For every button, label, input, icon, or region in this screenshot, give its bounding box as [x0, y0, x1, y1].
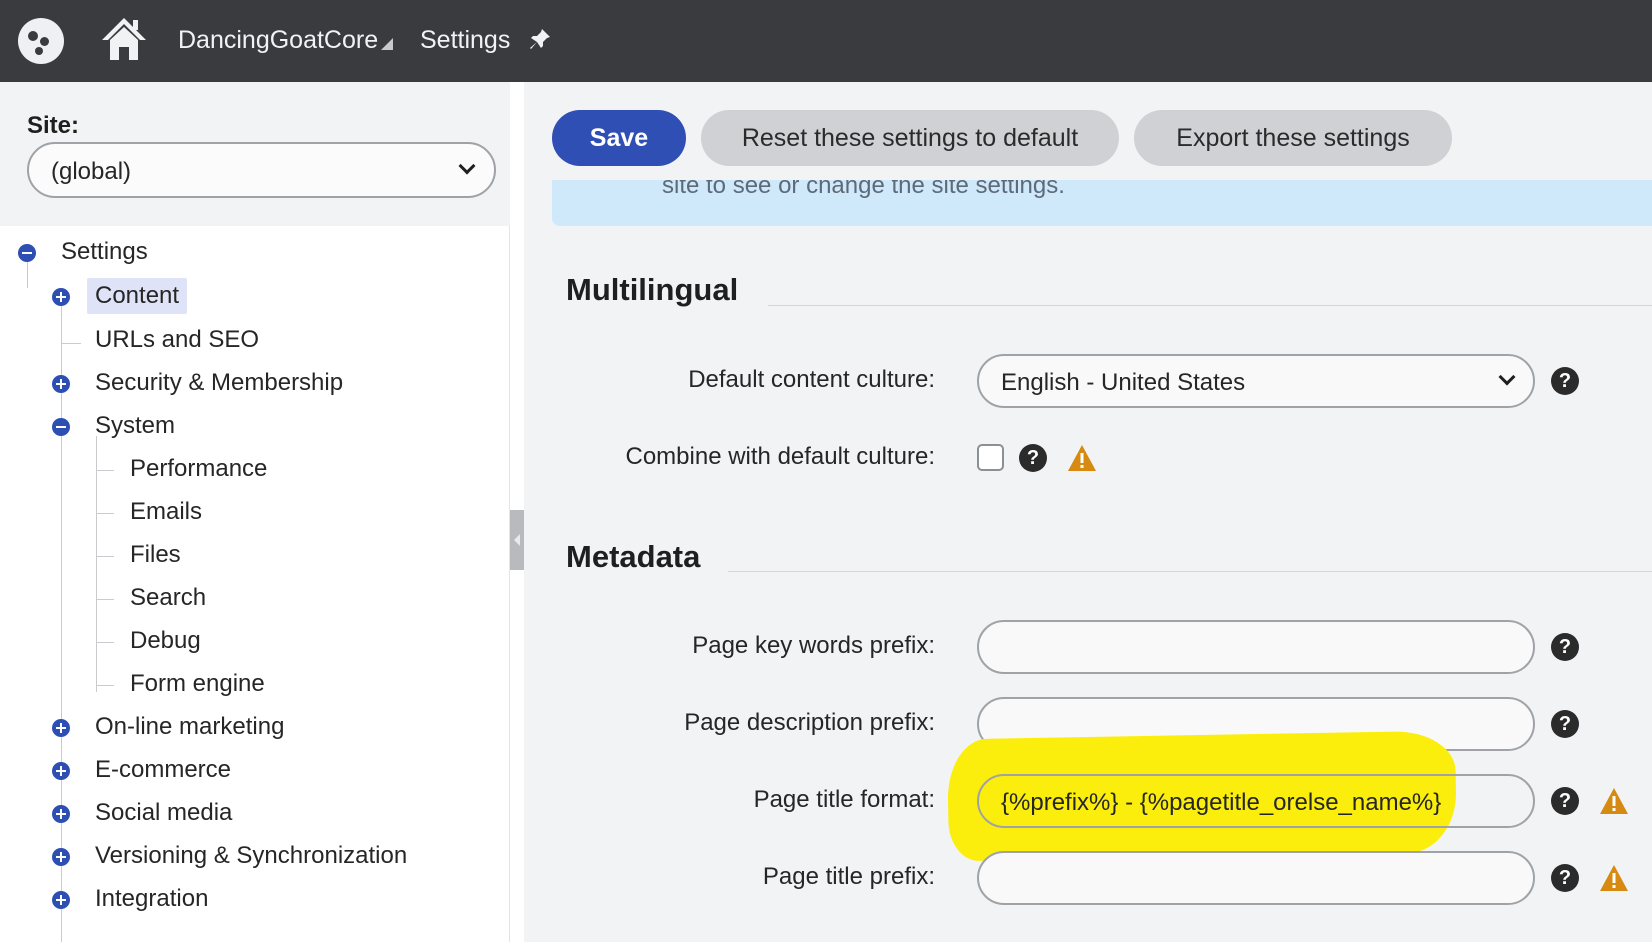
warning-icon[interactable]	[1067, 444, 1097, 472]
title-format-input[interactable]: {%prefix%} - {%pagetitle_orelse_name%}	[977, 774, 1535, 828]
help-icon[interactable]: ?	[1019, 444, 1047, 472]
combine-culture-label: Combine with default culture:	[625, 443, 936, 470]
expand-icon[interactable]	[52, 762, 70, 780]
section-title-multilingual: Multilingual	[566, 272, 739, 307]
export-settings-button[interactable]: Export these settings	[1134, 110, 1452, 166]
tree-item-debug[interactable]: Debug	[130, 627, 201, 655]
help-icon[interactable]: ?	[1551, 367, 1579, 395]
chevron-down-icon	[1498, 368, 1516, 386]
title-prefix-label: Page title prefix:	[762, 863, 935, 890]
tree-item-security[interactable]: Security & Membership	[95, 369, 343, 397]
tree-item-form-engine[interactable]: Form engine	[130, 670, 265, 698]
tree-item-integration[interactable]: Integration	[95, 885, 208, 913]
expand-icon[interactable]	[52, 288, 70, 306]
tree-item-search[interactable]: Search	[130, 584, 206, 612]
help-icon[interactable]: ?	[1551, 710, 1579, 738]
tree-item-files[interactable]: Files	[130, 541, 181, 569]
toolbar: Save Reset these settings to default Exp…	[524, 82, 1652, 180]
site-label: Site:	[27, 112, 80, 139]
default-culture-value: English - United States	[1001, 369, 1246, 396]
tree-item-online-marketing[interactable]: On-line marketing	[95, 713, 284, 741]
tree-item-settings[interactable]: Settings	[61, 238, 148, 266]
title-prefix-input[interactable]	[977, 851, 1535, 905]
site-select-value: (global)	[51, 158, 132, 185]
expand-icon[interactable]	[52, 719, 70, 737]
keywords-prefix-label: Page key words prefix:	[692, 632, 935, 659]
description-prefix-label: Page description prefix:	[684, 709, 935, 736]
collapse-icon[interactable]	[18, 244, 36, 262]
chevron-down-icon	[458, 157, 476, 175]
section-divider	[768, 305, 1652, 306]
section-title-metadata: Metadata	[566, 539, 701, 574]
app-name[interactable]: DancingGoatCore	[178, 26, 378, 55]
home-icon[interactable]	[100, 16, 148, 62]
dropdown-triangle-icon[interactable]	[381, 38, 393, 50]
tree-item-ecommerce[interactable]: E-commerce	[95, 756, 231, 784]
tree-item-urls-seo[interactable]: URLs and SEO	[95, 326, 259, 354]
logo-icon[interactable]	[18, 18, 64, 64]
tree-item-emails[interactable]: Emails	[130, 498, 202, 526]
site-select[interactable]: (global)	[27, 142, 496, 198]
warning-icon[interactable]	[1599, 864, 1629, 892]
combine-culture-checkbox[interactable]	[977, 444, 1004, 471]
expand-icon[interactable]	[52, 848, 70, 866]
help-icon[interactable]: ?	[1551, 864, 1579, 892]
pin-icon[interactable]	[528, 27, 552, 51]
warning-icon[interactable]	[1599, 787, 1629, 815]
title-format-value: {%prefix%} - {%pagetitle_orelse_name%}	[1001, 789, 1442, 816]
expand-icon[interactable]	[52, 375, 70, 393]
tree-item-content[interactable]: Content	[87, 278, 188, 314]
save-button[interactable]: Save	[552, 110, 686, 166]
tree-item-versioning[interactable]: Versioning & Synchronization	[95, 842, 407, 870]
help-icon[interactable]: ?	[1551, 633, 1579, 661]
sidebar: Site: (global) Settings Content URLs and…	[0, 82, 510, 942]
section-divider	[728, 571, 1652, 572]
keywords-prefix-input[interactable]	[977, 620, 1535, 674]
title-format-label: Page title format:	[753, 786, 935, 813]
site-panel: Site: (global)	[0, 82, 510, 226]
collapse-icon[interactable]	[52, 418, 70, 436]
expand-icon[interactable]	[52, 891, 70, 909]
tree-item-social-media[interactable]: Social media	[95, 799, 232, 827]
default-culture-label: Default content culture:	[688, 366, 935, 393]
expand-icon[interactable]	[52, 805, 70, 823]
help-icon[interactable]: ?	[1551, 787, 1579, 815]
tree-item-performance[interactable]: Performance	[130, 455, 267, 483]
default-culture-select[interactable]: English - United States	[977, 354, 1535, 408]
module-name: Settings	[420, 26, 511, 54]
info-message-text: site to see or change the site settings.	[662, 180, 1065, 199]
tree-item-system[interactable]: System	[95, 412, 175, 440]
reset-settings-button[interactable]: Reset these settings to default	[701, 110, 1119, 166]
info-message: site to see or change the site settings.	[552, 180, 1652, 226]
top-bar: DancingGoatCore Settings	[0, 0, 1652, 82]
panel-splitter-handle[interactable]	[510, 510, 524, 570]
